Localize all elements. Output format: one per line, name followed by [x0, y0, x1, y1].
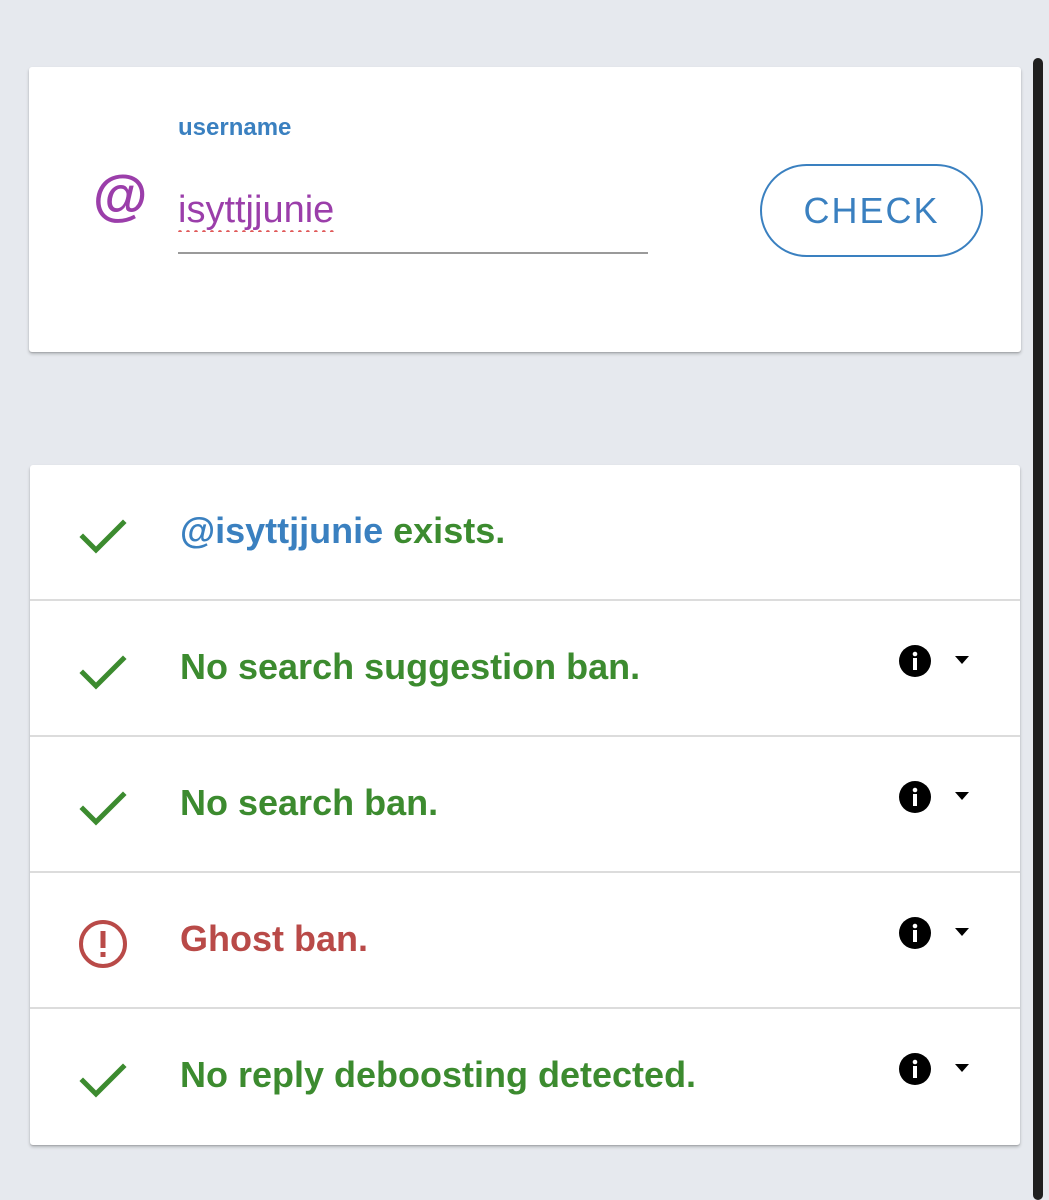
checkmark-icon — [79, 791, 127, 826]
result-text: @isyttjjunie exists. — [180, 509, 505, 553]
checkmark-icon — [79, 655, 127, 690]
caret-down-icon[interactable] — [954, 1063, 970, 1073]
result-row-reply-deboosting: No reply deboosting detected. — [30, 1009, 1020, 1145]
result-text: No search ban. — [180, 782, 439, 823]
caret-down-icon[interactable] — [954, 655, 970, 665]
result-text: No reply deboosting detected. — [180, 1054, 697, 1095]
result-text: Ghost ban. — [180, 918, 368, 959]
scrollbar-thumb[interactable] — [1033, 58, 1043, 1200]
username-handle: @isyttjjunie — [180, 510, 384, 551]
alert-circle-icon — [79, 920, 127, 968]
at-sign-icon: @ — [92, 164, 147, 227]
result-row-exists: @isyttjjunie exists. — [30, 465, 1020, 601]
result-text: No search suggestion ban. — [180, 646, 641, 687]
checkmark-icon — [79, 519, 127, 554]
info-icon[interactable] — [899, 645, 931, 677]
caret-down-icon[interactable] — [954, 791, 970, 801]
result-row-ghost-ban: Ghost ban. — [30, 873, 1020, 1009]
info-icon[interactable] — [899, 1053, 931, 1085]
username-input[interactable] — [178, 168, 648, 254]
result-row-search-ban: No search ban. — [30, 737, 1020, 873]
result-text-suffix: exists. — [383, 510, 506, 551]
checkmark-icon — [79, 1063, 127, 1098]
caret-down-icon[interactable] — [954, 927, 970, 937]
result-row-search-suggestion-ban: No search suggestion ban. — [30, 601, 1020, 737]
results-card: @isyttjjunie exists. No search suggestio… — [30, 465, 1020, 1145]
username-label: username — [178, 114, 292, 141]
info-icon[interactable] — [899, 781, 931, 813]
check-button[interactable]: CHECK — [760, 164, 983, 257]
info-icon[interactable] — [899, 917, 931, 949]
